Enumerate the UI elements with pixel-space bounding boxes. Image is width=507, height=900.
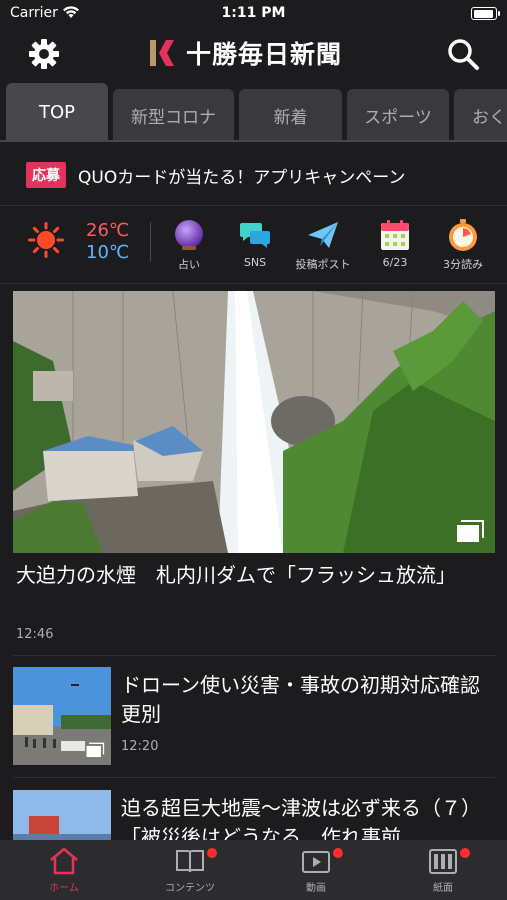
campaign-badge: 応募: [26, 162, 66, 188]
tab-top[interactable]: TOP: [6, 83, 108, 141]
article-thumbnail: [13, 790, 111, 840]
divider: [0, 283, 507, 284]
campaign-banner[interactable]: 応募 QUOカードが当たる！アプリキャンペーン: [0, 150, 507, 200]
temperature-high: 26℃: [86, 220, 130, 241]
tab-video[interactable]: 動画: [266, 846, 366, 894]
book-icon: [176, 850, 204, 873]
article-item[interactable]: ドローン使い災害・事故の初期対応確認 更別 12:20: [13, 667, 500, 765]
bottom-tab-bar: ホーム コンテンツ 動画 紙面: [0, 840, 507, 900]
fortune-ball-icon: [175, 220, 203, 250]
tab-covid[interactable]: 新型コロナ: [113, 89, 234, 141]
notification-badge: [460, 848, 470, 858]
article-headline: ドローン使い災害・事故の初期対応確認 更別: [121, 673, 500, 726]
brand-mark-icon: [150, 40, 174, 66]
app-header: 十勝毎日新聞: [0, 28, 507, 80]
hero-timestamp: 12:46: [16, 627, 54, 642]
brand-name: 十勝毎日新聞: [186, 40, 343, 69]
tab-latest[interactable]: 新着: [239, 89, 342, 141]
tab-home[interactable]: ホーム: [14, 846, 114, 894]
gear-icon[interactable]: [26, 36, 62, 72]
newspaper-icon: [429, 849, 457, 874]
article-timestamp: 12:20: [121, 739, 159, 754]
shortcut-sns[interactable]: SNS: [220, 218, 290, 269]
brand-logo: 十勝毎日新聞: [148, 38, 343, 69]
temperature-low: 10℃: [86, 242, 130, 263]
calendar-icon: [381, 220, 409, 250]
dam-photo: [13, 291, 495, 553]
gallery-icon: [457, 520, 484, 542]
battery-icon: [471, 7, 500, 20]
gallery-icon: [86, 742, 105, 758]
notification-badge: [333, 848, 343, 858]
sun-icon[interactable]: [28, 222, 64, 258]
chat-bubbles-icon: [240, 223, 270, 248]
notification-badge: [207, 848, 217, 858]
article-item[interactable]: 迫る超巨大地震～津波は必ず来る（７）「被災後はどうなる 作れ事前: [13, 790, 495, 840]
tab-sports[interactable]: スポーツ: [347, 89, 449, 141]
shortcut-calendar[interactable]: 6/23: [360, 218, 430, 269]
shortcut-fortune[interactable]: 占い: [154, 218, 224, 272]
home-icon: [50, 847, 78, 875]
clock: 1:11 PM: [221, 5, 286, 21]
divider: [0, 205, 507, 206]
shortcut-bar: 26℃ 10℃ 占い SNS 投稿ポスト 6/23 3分読み: [0, 210, 507, 280]
article-thumbnail: [13, 667, 111, 765]
status-bar: Carrier 1:11 PM: [0, 0, 507, 28]
paper-plane-icon: [308, 222, 338, 248]
divider: [13, 655, 495, 656]
video-icon: [302, 851, 330, 873]
shortcut-post[interactable]: 投稿ポスト: [288, 218, 358, 272]
category-tabs: TOP 新型コロナ 新着 スポーツ おくや: [0, 83, 507, 141]
divider: [150, 222, 151, 262]
tab-obituaries[interactable]: おくや: [454, 89, 507, 141]
stopwatch-icon: [449, 219, 477, 251]
tab-newspaper[interactable]: 紙面: [393, 846, 493, 894]
tab-contents[interactable]: コンテンツ: [140, 846, 240, 894]
shortcut-quick-read[interactable]: 3分読み: [428, 218, 498, 272]
campaign-text: QUOカードが当たる！アプリキャンペーン: [78, 167, 406, 188]
hero-headline[interactable]: 大迫力の水煙 札内川ダムで「フラッシュ放流」: [16, 561, 494, 590]
hero-image[interactable]: [13, 291, 495, 553]
article-headline: 迫る超巨大地震～津波は必ず来る（７）「被災後はどうなる 作れ事前: [121, 796, 481, 840]
tabs-underline: [0, 140, 507, 142]
divider: [13, 777, 495, 778]
search-icon[interactable]: [445, 36, 481, 72]
